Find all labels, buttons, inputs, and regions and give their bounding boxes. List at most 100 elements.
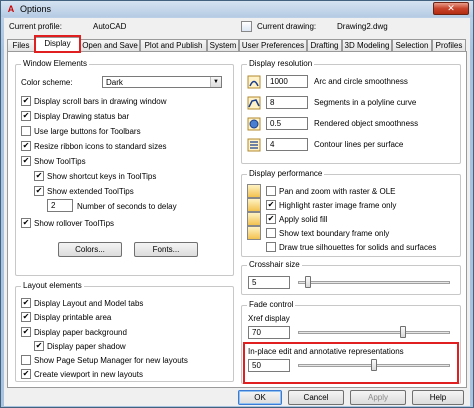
crosshair-size-slider-track[interactable] (298, 281, 450, 284)
polyline-segments-input[interactable]: 8 (266, 96, 308, 109)
checkbox-show-page-setup-manager[interactable]: Show Page Setup Manager for new layouts (21, 354, 188, 366)
color-scheme-value: Dark (106, 78, 123, 87)
checkbox-display-paper-shadow[interactable]: ✔ Display paper shadow (34, 340, 126, 352)
tab-user-preferences[interactable]: User Preferences (239, 39, 307, 51)
checkbox-display-paper-background[interactable]: ✔ Display paper background (21, 326, 127, 338)
cancel-button[interactable]: Cancel (288, 390, 344, 405)
checkbox-box[interactable]: ✔ (266, 200, 276, 210)
tab-files[interactable]: Files (7, 39, 35, 51)
display-resolution-group: Display resolution 1000 Arc and circle s… (241, 59, 461, 164)
checkbox-box[interactable]: ✔ (21, 218, 31, 228)
rendered-smoothness-label: Rendered object smoothness (314, 119, 419, 128)
checkbox-box[interactable] (21, 355, 31, 365)
tab-profiles[interactable]: Profiles (432, 39, 466, 51)
current-drawing-value: Drawing2.dwg (337, 22, 388, 31)
profile-row: Current profile: AutoCAD Current drawing… (7, 21, 465, 35)
checkbox-highlight-raster-frame[interactable]: ✔ Highlight raster image frame only (266, 199, 396, 211)
checkbox-show-tooltips[interactable]: ✔ Show ToolTips (21, 155, 86, 167)
checkbox-box[interactable]: ✔ (21, 96, 31, 106)
crosshair-size-input[interactable]: 5 (248, 276, 290, 289)
checkbox-display-layout-model-tabs[interactable]: ✔ Display Layout and Model tabs (21, 297, 143, 309)
autocad-logo-icon: A (7, 4, 15, 14)
crosshair-size-group: Crosshair size 5 (241, 260, 461, 295)
display-resolution-title: Display resolution (247, 59, 315, 68)
layout-elements-group: Layout elements ✔ Display Layout and Mode… (15, 281, 234, 382)
close-button[interactable]: ✕ (433, 2, 469, 15)
window-elements-title: Window Elements (21, 59, 90, 68)
xref-display-label: Xref display (248, 314, 290, 323)
checkbox-resize-ribbon-icons[interactable]: ✔ Resize ribbon icons to standard sizes (21, 140, 167, 152)
checkbox-use-large-buttons[interactable]: Use large buttons for Toolbars (21, 125, 141, 137)
checkbox-pan-zoom-raster[interactable]: Pan and zoom with raster & OLE (266, 185, 396, 197)
polyline-segments-label: Segments in a polyline curve (314, 98, 417, 107)
checkbox-box[interactable]: ✔ (21, 298, 31, 308)
crosshair-size-title: Crosshair size (247, 260, 302, 269)
colors-button[interactable]: Colors... (58, 242, 122, 257)
display-performance-title: Display performance (247, 169, 325, 178)
xref-display-slider-thumb[interactable] (400, 326, 407, 338)
checkbox-box[interactable]: ✔ (21, 141, 31, 151)
chevron-down-icon: ▼ (210, 77, 221, 87)
current-profile-label: Current profile: (9, 22, 62, 31)
display-tab-highlight (34, 35, 81, 53)
display-performance-group: Display performance Pan and zoom with ra… (241, 169, 461, 257)
display-tab-panel: Window Elements Color scheme: Dark ▼ ✔ Di… (7, 51, 467, 388)
color-scheme-dropdown[interactable]: Dark ▼ (102, 76, 222, 88)
tab-system[interactable]: System (207, 39, 239, 51)
checkbox-box[interactable]: ✔ (21, 312, 31, 322)
fonts-button[interactable]: Fonts... (134, 242, 198, 257)
checkbox-show-rollover-tooltips[interactable]: ✔ Show rollover ToolTips (21, 217, 114, 229)
tooltip-delay-label: Number of seconds to delay (77, 202, 177, 211)
help-button[interactable]: Help (412, 390, 464, 405)
xref-display-slider-track[interactable] (298, 331, 450, 334)
drawing-file-icon (241, 21, 252, 32)
checkbox-true-silhouettes[interactable]: Draw true silhouettes for solids and sur… (266, 241, 436, 253)
color-scheme-label: Color scheme: (21, 78, 73, 87)
checkbox-display-scroll-bars[interactable]: ✔ Display scroll bars in drawing window (21, 95, 167, 107)
checkbox-box[interactable]: ✔ (34, 171, 44, 181)
checkbox-text-boundary-frame[interactable]: Show text boundary frame only (266, 227, 389, 239)
xref-display-input[interactable]: 70 (248, 326, 290, 339)
checkbox-box[interactable]: ✔ (34, 186, 44, 196)
ok-button[interactable]: OK (238, 390, 282, 405)
checkbox-box[interactable] (266, 186, 276, 196)
rendered-smoothness-icon (247, 117, 261, 131)
dialog-client: Current profile: AutoCAD Current drawing… (4, 18, 470, 406)
contour-lines-label: Contour lines per surface (314, 140, 404, 149)
checkbox-box[interactable] (21, 126, 31, 136)
polyline-segments-icon (247, 96, 261, 110)
arc-smoothness-input[interactable]: 1000 (266, 75, 308, 88)
current-profile-value: AutoCAD (93, 22, 127, 31)
crosshair-size-slider-thumb[interactable] (305, 276, 312, 288)
checkbox-box[interactable]: ✔ (21, 156, 31, 166)
checkbox-box[interactable] (266, 228, 276, 238)
checkbox-box[interactable]: ✔ (21, 327, 31, 337)
checkbox-box[interactable]: ✔ (21, 111, 31, 121)
checkbox-box[interactable]: ✔ (34, 341, 44, 351)
checkbox-show-shortcut-keys[interactable]: ✔ Show shortcut keys in ToolTips (34, 170, 156, 182)
checkbox-display-drawing-status-bar[interactable]: ✔ Display Drawing status bar (21, 110, 129, 122)
checkbox-box[interactable]: ✔ (266, 214, 276, 224)
checkbox-show-extended-tooltips[interactable]: ✔ Show extended ToolTips (34, 185, 134, 197)
checkbox-create-viewport[interactable]: ✔ Create viewport in new layouts (21, 368, 143, 380)
tab-open-and-save[interactable]: Open and Save (80, 39, 140, 51)
checkbox-box[interactable] (266, 242, 276, 252)
checkbox-box[interactable]: ✔ (21, 369, 31, 379)
rendered-smoothness-input[interactable]: 0.5 (266, 117, 308, 130)
fade-control-title: Fade control (247, 300, 296, 309)
text-boundary-icon (247, 226, 261, 240)
tab-3d-modeling[interactable]: 3D Modeling (342, 39, 392, 51)
tooltip-delay-input[interactable]: 2 (47, 199, 73, 212)
window-title: Options (20, 4, 52, 14)
checkbox-display-printable-area[interactable]: ✔ Display printable area (21, 311, 111, 323)
checkbox-apply-solid-fill[interactable]: ✔ Apply solid fill (266, 213, 327, 225)
raster-pan-zoom-icon (247, 184, 261, 198)
contour-lines-input[interactable]: 4 (266, 138, 308, 151)
close-icon: ✕ (447, 3, 455, 13)
tab-selection[interactable]: Selection (392, 39, 432, 51)
tab-plot-and-publish[interactable]: Plot and Publish (140, 39, 207, 51)
title-bar[interactable]: A Options ✕ (1, 1, 473, 17)
apply-button[interactable]: Apply (350, 390, 406, 405)
raster-frame-icon (247, 198, 261, 212)
tab-drafting[interactable]: Drafting (307, 39, 342, 51)
